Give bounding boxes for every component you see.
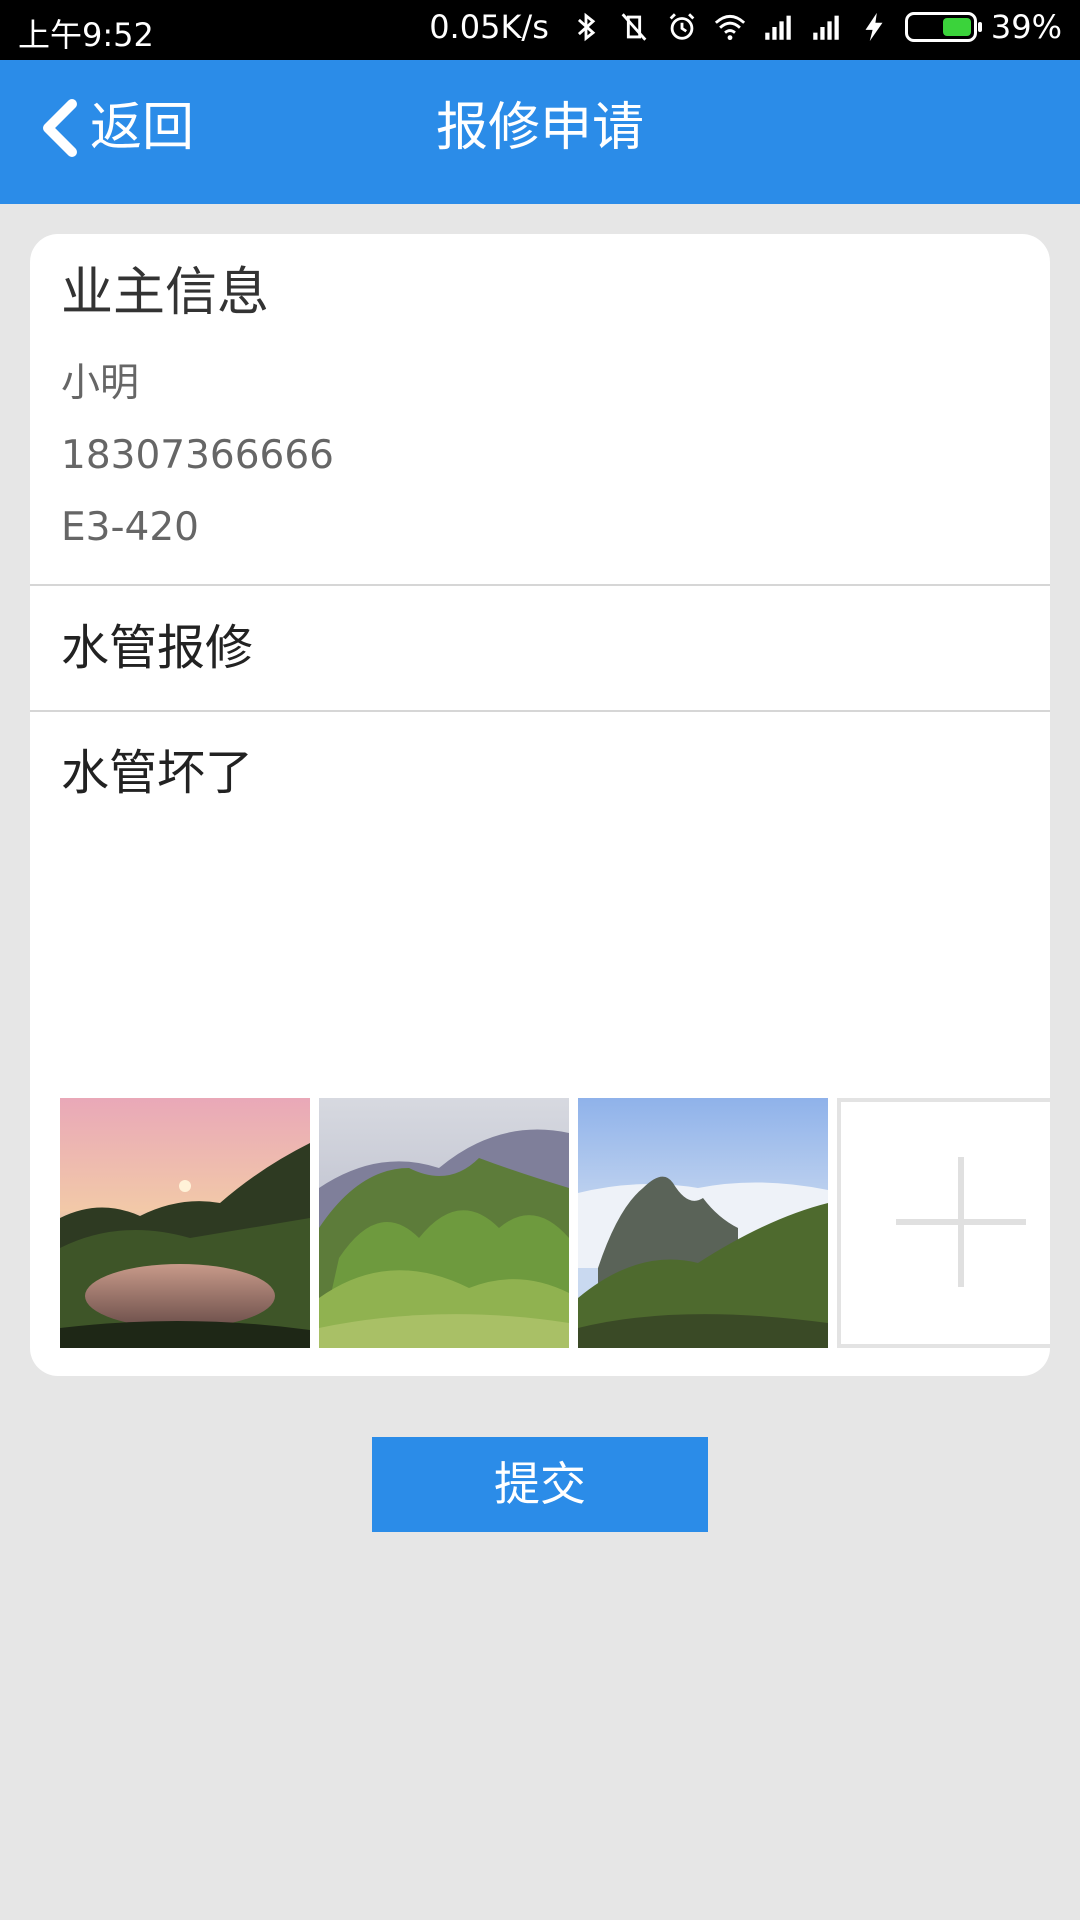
wifi-icon (714, 14, 745, 41)
plus-icon (896, 1157, 1026, 1287)
signal-icon (765, 15, 791, 40)
charging-icon (865, 12, 883, 42)
sunset-lake-photo[interactable] (60, 1098, 310, 1348)
owner-phone: 18307366666 (61, 433, 334, 478)
net-speed: 0.05K/s (429, 8, 549, 46)
repair-form-card: 业主信息 小明 18307366666 E3-420 水管报修 水管坏了 (30, 234, 1050, 1376)
owner-info-heading: 业主信息 (61, 263, 270, 323)
page-title: 报修申请 (435, 98, 644, 158)
photo-list (60, 1098, 1050, 1348)
app-header: 返回 报修申请 (0, 60, 1080, 204)
bluetooth-icon (577, 12, 596, 42)
signal-icon (813, 15, 839, 40)
owner-name: 小明 (61, 361, 140, 406)
status-time: 上午9:52 (18, 16, 154, 54)
repair-title-field[interactable]: 水管报修 (30, 586, 1050, 710)
alarm-icon (669, 13, 695, 40)
repair-description-field[interactable]: 水管坏了 (30, 712, 1050, 1066)
submit-button[interactable]: 提交 (372, 1437, 708, 1532)
status-bar: 上午9:52 0.05K/s 39% (0, 0, 1080, 60)
status-icons: 0.05K/s 39% (429, 8, 1062, 46)
battery-icon (904, 12, 982, 42)
add-photo-button[interactable] (837, 1098, 1050, 1348)
owner-info-section: 业主信息 小明 18307366666 E3-420 (30, 234, 1050, 584)
vibrate-off-icon (621, 13, 647, 41)
battery-level (943, 18, 971, 36)
cloud-sea-peak-photo[interactable] (578, 1098, 828, 1348)
battery-percent: 39% (990, 8, 1062, 46)
green-hills-photo[interactable] (319, 1098, 569, 1348)
owner-room: E3-420 (61, 505, 199, 550)
